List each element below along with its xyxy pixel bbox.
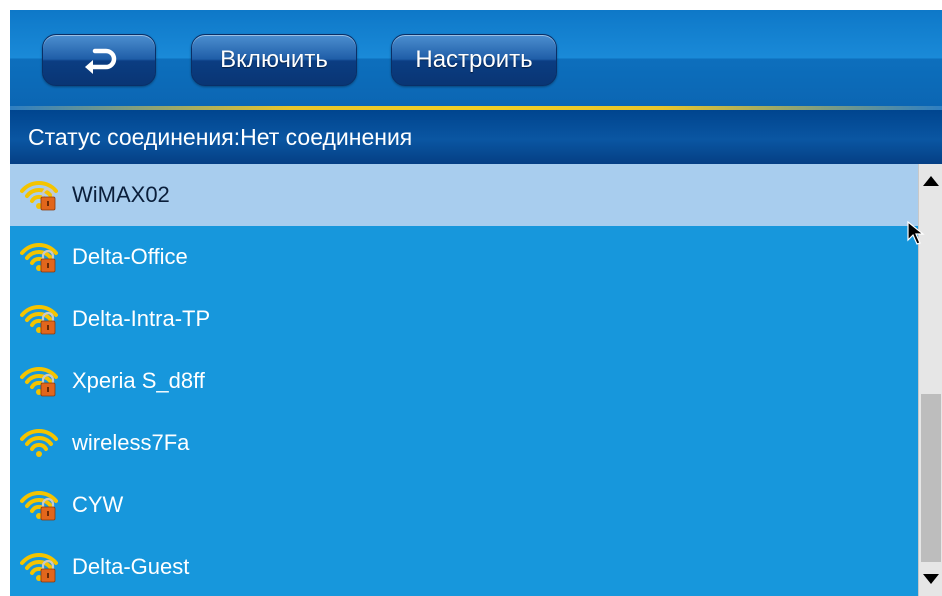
wifi-signal-icon (20, 180, 58, 211)
return-arrow-icon (85, 48, 117, 74)
wifi-signal-icon (20, 242, 58, 273)
status-value: Нет соединения (240, 123, 413, 150)
scroll-up-button[interactable] (919, 164, 942, 198)
network-ssid: wireless7Fa (72, 430, 190, 455)
wifi-signal-icon (20, 552, 58, 583)
back-button[interactable] (42, 34, 156, 86)
configure-button-label: Настроить (415, 46, 533, 73)
arrow-up-icon (923, 176, 939, 186)
wifi-signal-icon (20, 304, 58, 335)
network-ssid: WiMAX02 (72, 182, 170, 207)
network-ssid: Delta-Intra-TP (72, 306, 211, 331)
network-ssid: Xperia S_d8ff (72, 368, 205, 393)
toolbar: Включить Настроить (10, 10, 942, 106)
scroll-down-button[interactable] (919, 562, 942, 596)
wifi-settings-screen: Включить Настроить Статус соединения: Нет… (10, 10, 942, 596)
enable-button-label: Включить (220, 46, 328, 73)
network-ssid: CYW (72, 492, 124, 517)
arrow-down-icon (923, 574, 939, 584)
status-label: Статус соединения: (28, 123, 241, 150)
network-item[interactable]: Delta-Guest (10, 536, 918, 596)
configure-button[interactable]: Настроить (391, 34, 557, 86)
mouse-pointer-icon (907, 220, 925, 245)
network-item[interactable]: WiMAX02 (10, 164, 918, 226)
network-item[interactable]: Delta-Office (10, 226, 918, 288)
wifi-signal-icon (20, 428, 58, 457)
network-item[interactable]: Xperia S_d8ff (10, 350, 918, 412)
network-item[interactable]: CYW (10, 474, 918, 536)
enable-button[interactable]: Включить (191, 34, 357, 86)
network-ssid: Delta-Guest (72, 554, 190, 579)
network-list: WiMAX02 Delta-Office Delta-Intra-TP Xperia … (10, 164, 918, 596)
network-item[interactable]: Delta-Intra-TP (10, 288, 918, 350)
wifi-signal-icon (20, 490, 58, 521)
wifi-signal-icon (20, 366, 58, 397)
network-ssid: Delta-Office (72, 244, 188, 269)
network-item[interactable]: wireless7Fa (10, 412, 918, 474)
scroll-thumb[interactable] (921, 394, 941, 562)
connection-status-bar: Статус соединения: Нет соединения (10, 110, 942, 164)
